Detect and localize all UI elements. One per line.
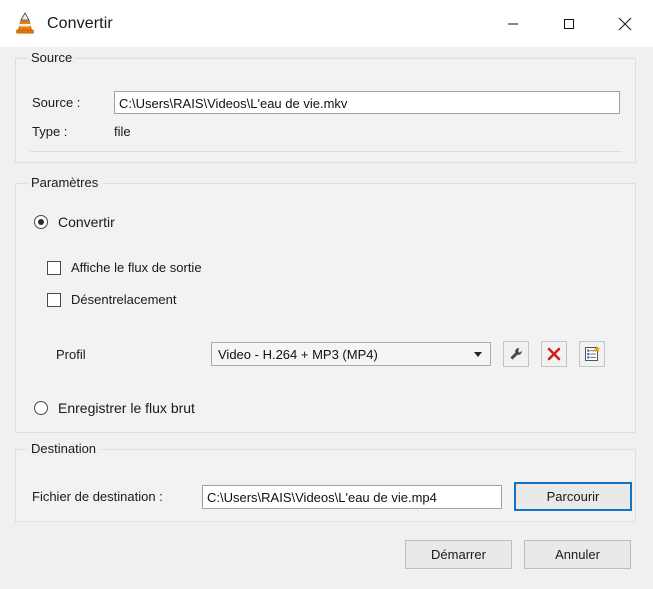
- profile-label: Profil: [56, 346, 86, 362]
- raw-stream-radio-row[interactable]: Enregistrer le flux brut: [34, 400, 195, 416]
- display-output-checkbox[interactable]: [47, 260, 61, 275]
- window-title: Convertir: [47, 14, 113, 32]
- convert-radio-label: Convertir: [58, 214, 115, 230]
- source-row: Source : C:\Users\RAIS\Videos\L'eau de v…: [32, 91, 620, 114]
- type-label: Type :: [32, 124, 68, 139]
- source-label: Source :: [32, 95, 81, 110]
- params-group: Paramètres Convertir Affiche le flux de …: [15, 175, 636, 433]
- source-separator: [30, 151, 622, 152]
- profile-select[interactable]: Video - H.264 + MP3 (MP4): [211, 342, 491, 366]
- deinterlace-label: Désentrelacement: [71, 292, 177, 307]
- raw-stream-radio[interactable]: [34, 401, 48, 415]
- deinterlace-row[interactable]: Désentrelacement: [47, 292, 177, 307]
- browse-button[interactable]: Parcourir: [514, 482, 632, 511]
- profile-row: Profil Video - H.264 + MP3 (MP4): [56, 341, 605, 367]
- deinterlace-checkbox[interactable]: [47, 292, 61, 307]
- footer-buttons: Démarrer Annuler: [405, 540, 631, 569]
- red-x-icon: [547, 347, 561, 361]
- cancel-button[interactable]: Annuler: [524, 540, 631, 569]
- convert-radio[interactable]: [34, 215, 48, 229]
- maximize-icon[interactable]: [541, 0, 597, 47]
- source-input[interactable]: C:\Users\RAIS\Videos\L'eau de vie.mkv: [114, 91, 620, 114]
- close-icon[interactable]: [597, 0, 653, 47]
- edit-profile-button[interactable]: [503, 341, 529, 367]
- convert-radio-row[interactable]: Convertir: [34, 214, 115, 230]
- chevron-down-icon: [474, 351, 482, 357]
- source-group: Source Source : C:\Users\RAIS\Videos\L'e…: [15, 50, 636, 163]
- vlc-cone-icon: [12, 11, 38, 37]
- delete-profile-button[interactable]: [541, 341, 567, 367]
- destination-group-title: Destination: [27, 441, 101, 456]
- display-output-row[interactable]: Affiche le flux de sortie: [47, 260, 202, 275]
- minimize-icon[interactable]: [485, 0, 541, 47]
- display-output-label: Affiche le flux de sortie: [71, 260, 202, 275]
- start-button[interactable]: Démarrer: [405, 540, 512, 569]
- destination-row: Fichier de destination : C:\Users\RAIS\V…: [32, 482, 632, 511]
- params-group-title: Paramètres: [27, 175, 103, 190]
- window-controls: [485, 0, 653, 47]
- destination-input[interactable]: C:\Users\RAIS\Videos\L'eau de vie.mp4: [202, 484, 502, 509]
- destination-group: Destination Fichier de destination : C:\…: [15, 441, 636, 522]
- raw-stream-radio-label: Enregistrer le flux brut: [58, 400, 195, 416]
- wrench-icon: [510, 348, 522, 360]
- source-group-title: Source: [27, 50, 77, 65]
- new-list-icon: [585, 345, 601, 361]
- title-bar: Convertir: [0, 0, 653, 47]
- type-row: Type : file: [32, 124, 131, 139]
- destination-file-label: Fichier de destination :: [32, 489, 163, 504]
- profile-selected-value: Video - H.264 + MP3 (MP4): [218, 346, 378, 362]
- new-profile-button[interactable]: [579, 341, 605, 367]
- type-value: file: [114, 124, 131, 139]
